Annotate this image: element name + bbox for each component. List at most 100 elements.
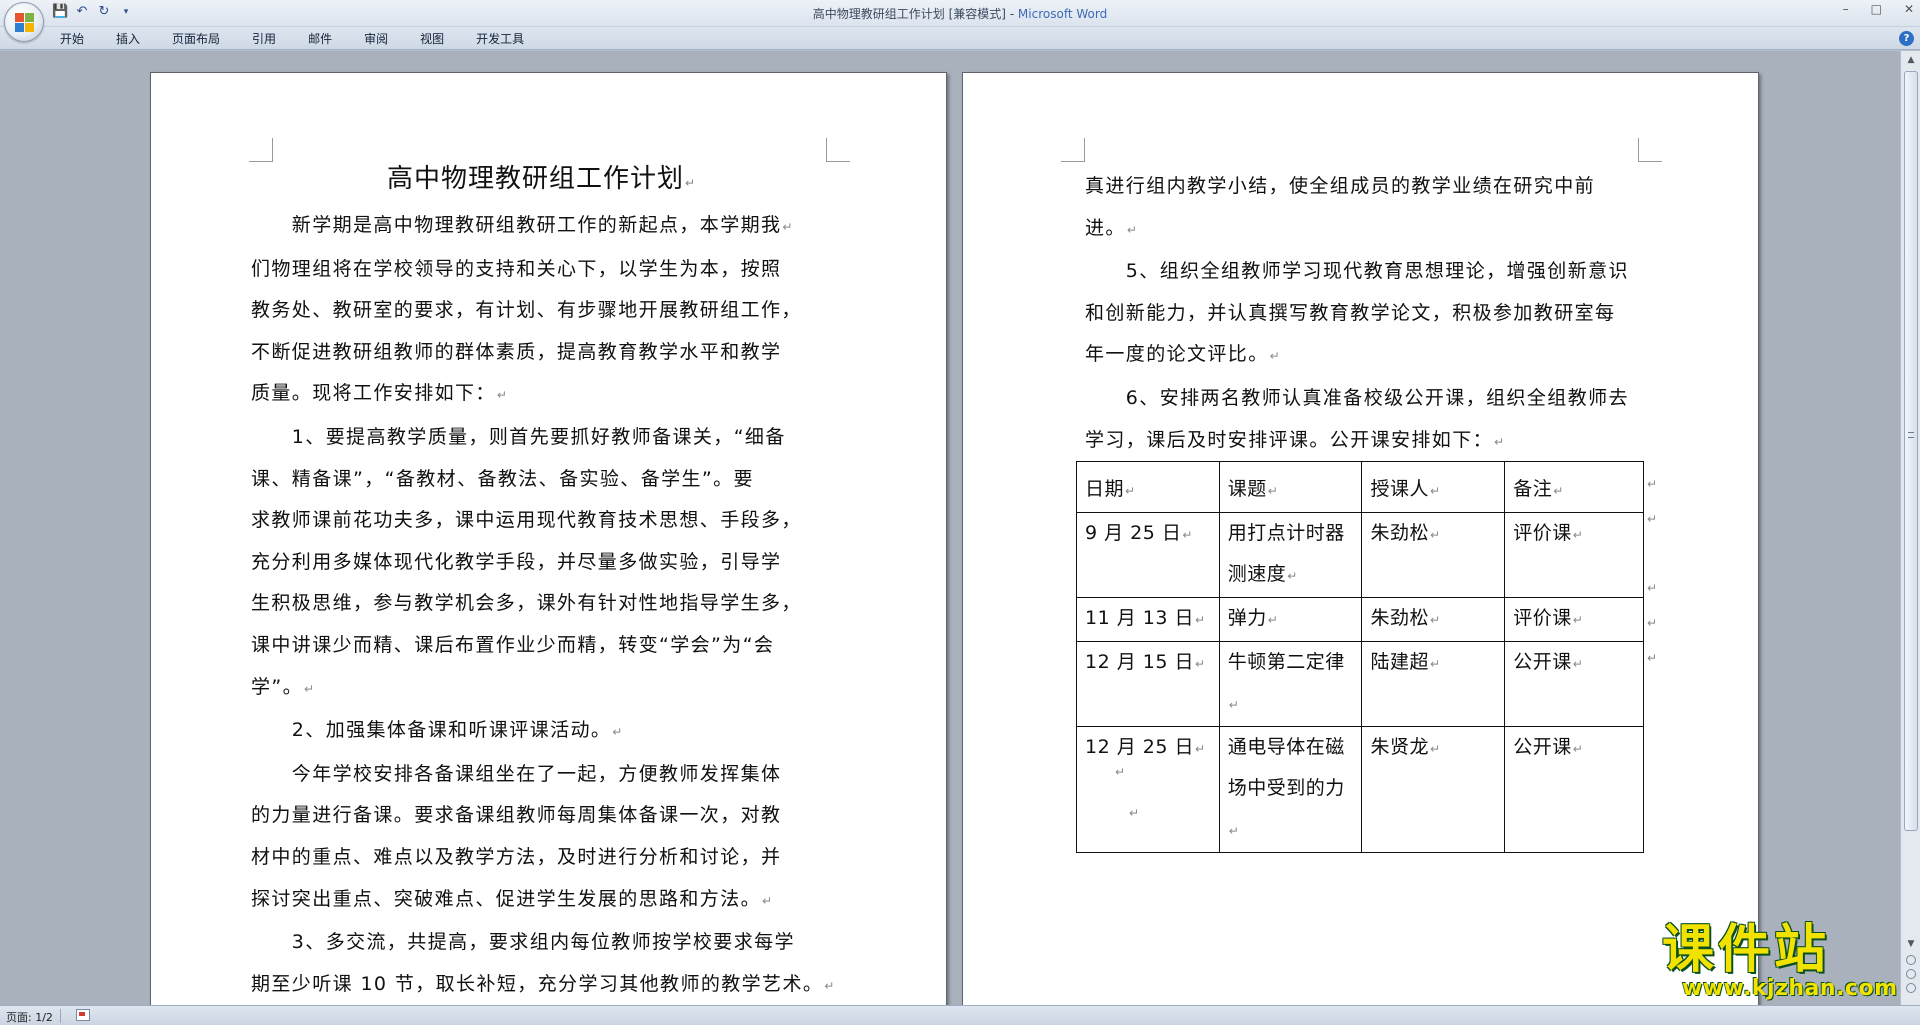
cell-end-mark: ↵: [1430, 657, 1441, 671]
table-header-cell[interactable]: 备注↵: [1504, 461, 1644, 513]
tab-review[interactable]: 审阅: [364, 31, 408, 47]
table-cell[interactable]: 公开课↵: [1504, 726, 1644, 853]
row-end-mark: ↵: [1647, 651, 1658, 665]
maximize-button[interactable]: □: [1871, 2, 1882, 16]
help-icon[interactable]: ?: [1899, 31, 1914, 46]
tab-mailings[interactable]: 邮件: [308, 31, 352, 47]
table-cell[interactable]: 朱劲松↵: [1361, 512, 1506, 598]
paragraph-mark: ↵: [304, 681, 315, 696]
text-line: 课、精备课”，“备教材、备教法、备实验、备学生”。要: [251, 459, 831, 501]
cell-end-mark: ↵: [1572, 528, 1583, 542]
page-1[interactable]: 高中物理教研组工作计划↵ 新学期是高中物理教研组教研工作的新起点，本学期我↵ 们物…: [150, 72, 947, 1005]
table-cell[interactable]: 9 月 25 日↵: [1076, 512, 1220, 598]
table-cell[interactable]: 陆建超↵: [1361, 641, 1506, 727]
tab-insert[interactable]: 插入: [116, 31, 160, 47]
tab-page-layout[interactable]: 页面布局: [172, 31, 240, 47]
table-cell[interactable]: 11 月 13 日↵: [1076, 597, 1220, 642]
cell-end-mark: ↵: [1572, 742, 1583, 756]
text-line: 质量。现将工作安排如下：↵: [251, 373, 831, 417]
table-header-cell[interactable]: 授课人↵: [1361, 461, 1506, 513]
text-line-content: 的力量进行备课。要求备课组教师每周集体备课一次，对教: [251, 804, 782, 827]
status-separator: [60, 1009, 61, 1023]
text-line: 探讨突出重点、突破难点、促进学生发展的思路和方法。↵: [251, 879, 831, 923]
text-line: 求教师课前花功夫多，课中运用现代教育技术思想、手段多，: [251, 500, 831, 542]
page-count[interactable]: 页面: 1/2: [6, 1009, 53, 1025]
text-line: 学习，课后及时安排评课。公开课安排如下：↵: [1085, 420, 1665, 464]
tab-references[interactable]: 引用: [252, 31, 296, 47]
page-1-body[interactable]: 高中物理教研组工作计划↵ 新学期是高中物理教研组教研工作的新起点，本学期我↵ 们物…: [251, 157, 835, 1005]
table-cell[interactable]: 牛顿第二定律 ↵: [1218, 641, 1363, 727]
table-cell-text: 陆建超: [1370, 651, 1429, 673]
paragraph-mark: ↵: [782, 220, 793, 234]
table-header-cell[interactable]: 日期↵: [1076, 461, 1220, 513]
text-line-content: 教务处、教研室的要求，有计划、有步骤地开展教研组工作，: [251, 299, 802, 322]
paragraph-mark: ↵: [1129, 806, 1140, 820]
table-cell[interactable]: 朱劲松↵: [1361, 597, 1506, 642]
table-cell[interactable]: 通电导体在磁场中受到的力 ↵: [1218, 726, 1363, 853]
text-line: 们物理组将在学校领导的支持和关心下，以学生为本，按照: [251, 249, 831, 291]
cell-end-mark: ↵: [1430, 484, 1441, 498]
paragraph-mark: ↵: [1126, 222, 1137, 237]
margin-marker-top-right: [1638, 138, 1662, 162]
cell-end-mark: ↵: [1194, 613, 1206, 627]
text-line: 充分利用多媒体现代化教学手段，并尽量多做实验，引导学: [251, 542, 831, 584]
tab-home[interactable]: 开始: [60, 31, 104, 47]
page-1-paragraphs: 新学期是高中物理教研组教研工作的新起点，本学期我↵ 们物理组将在学校领导的支持和关…: [251, 205, 835, 1005]
scroll-up-arrow-icon[interactable]: ▲: [1904, 53, 1918, 67]
table-cell[interactable]: 用打点计时器测速度↵: [1218, 512, 1363, 598]
text-line-content: 1、要提高教学质量，则首先要抓好教师备课关，“细备: [251, 425, 786, 448]
vertical-scrollbar[interactable]: ▲ ▼: [1900, 51, 1920, 1005]
table-cell[interactable]: 朱贤龙↵: [1361, 726, 1506, 853]
table-cell[interactable]: 12 月 25 日↵: [1076, 726, 1220, 853]
document-area[interactable]: 高中物理教研组工作计划↵ 新学期是高中物理教研组教研工作的新起点，本学期我↵ 们物…: [0, 51, 1900, 1005]
text-line-content: 求教师课前花功夫多，课中运用现代教育技术思想、手段多，: [251, 509, 802, 532]
text-line: 课中讲课少而精、课后布置作业少而精，转变“学会”为“会: [251, 625, 831, 667]
scroll-grip-icon: [1908, 432, 1914, 438]
table-cell[interactable]: 评价课↵: [1504, 512, 1644, 598]
text-line-content: 学”。: [251, 675, 304, 698]
office-logo-icon: [15, 13, 35, 33]
previous-page-icon[interactable]: [1906, 955, 1916, 965]
table-cell-text: 12 月 25 日: [1085, 736, 1194, 758]
minimize-button[interactable]: –: [1843, 2, 1849, 16]
cell-end-mark: ↵: [1228, 824, 1239, 838]
row-end-mark: ↵: [1647, 581, 1658, 595]
text-line: 进。↵: [1085, 208, 1665, 252]
table-cell-text: 朱劲松: [1370, 607, 1429, 629]
office-button[interactable]: [4, 2, 44, 42]
cell-end-mark: ↵: [1194, 742, 1206, 756]
scroll-down-arrow-icon[interactable]: ▼: [1904, 937, 1918, 951]
table-cell[interactable]: 评价课↵: [1504, 597, 1644, 642]
text-line: 学”。↵: [251, 667, 831, 711]
paragraph-mark: ↵: [824, 978, 835, 993]
open-class-schedule-table[interactable]: 日期↵ 课题↵ 授课人↵ 备注↵ 9 月 25 日↵ 用打点计时器测速度↵ 朱劲松↵ 评价课↵…: [1076, 461, 1644, 853]
watermark-url: www.kjzhan.com: [1682, 976, 1898, 1001]
text-line-content: 新学期是高中物理教研组教研工作的新起点，本学期我: [251, 214, 782, 236]
row-end-mark: ↵: [1647, 616, 1658, 630]
page-2-body[interactable]: 真进行组内教学小结，使全组成员的教学业绩在研究中前 进。↵ 5、组织全组教师学习现…: [1085, 166, 1665, 463]
table-header-cell[interactable]: 课题↵: [1218, 461, 1363, 513]
macro-record-icon[interactable]: [76, 1009, 90, 1021]
table-cell-text: 弹力: [1227, 607, 1267, 629]
table-cell[interactable]: 12 月 15 日↵: [1076, 641, 1220, 727]
paragraph-mark: ↵: [1115, 765, 1126, 779]
paragraph-mark: ↵: [612, 725, 623, 740]
tab-developer[interactable]: 开发工具: [476, 31, 544, 47]
text-line-content: 今年学校安排各备课组坐在了一起，方便教师发挥集体: [251, 762, 782, 785]
table-header-row: 日期↵ 课题↵ 授课人↵ 备注↵: [1076, 461, 1644, 513]
watermark-logo: 课件站 www.kjzhan.com: [1662, 922, 1902, 1004]
select-browse-object-icon[interactable]: [1906, 969, 1916, 979]
document-heading: 高中物理教研组工作计划↵: [251, 157, 831, 205]
next-page-icon[interactable]: [1906, 983, 1916, 993]
close-button[interactable]: ✕: [1904, 2, 1914, 16]
text-line: 今年学校安排各备课组坐在了一起，方便教师发挥集体: [251, 754, 831, 796]
cell-end-mark: ↵: [1194, 657, 1206, 671]
tab-view[interactable]: 视图: [420, 31, 464, 47]
table-cell[interactable]: 公开课↵: [1504, 641, 1644, 727]
table-cell[interactable]: 弹力↵: [1218, 597, 1363, 642]
text-line-content: 5、组织全组教师学习现代教育思想理论，增强创新意识: [1085, 260, 1629, 283]
page-2[interactable]: 真进行组内教学小结，使全组成员的教学业绩在研究中前 进。↵ 5、组织全组教师学习现…: [962, 72, 1759, 1005]
table-cell-text: 9 月 25 日: [1085, 522, 1182, 544]
cell-end-mark: ↵: [1572, 657, 1583, 671]
scroll-thumb[interactable]: [1904, 71, 1918, 831]
